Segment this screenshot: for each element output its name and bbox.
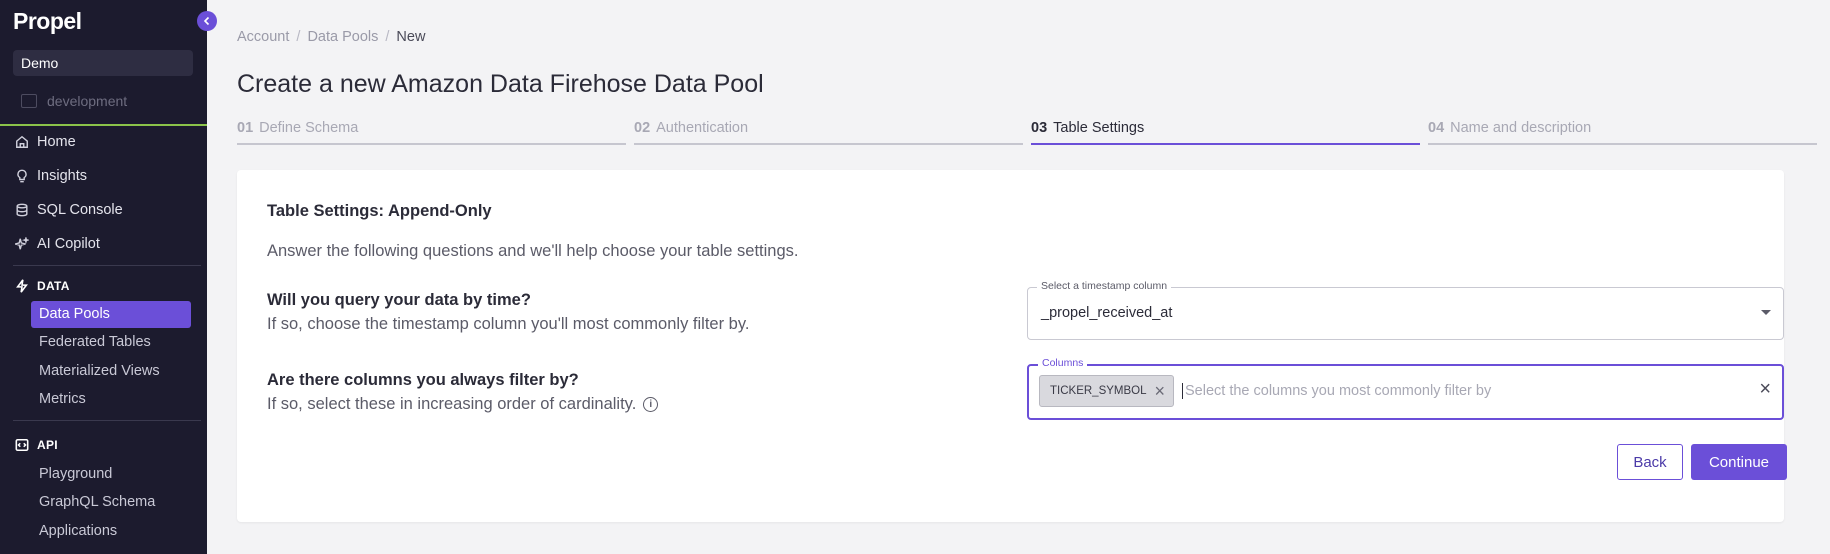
sidebar-item-federated-tables[interactable]: Federated Tables	[31, 329, 191, 356]
question-time-desc-text: If so, choose the timestamp column you'l…	[267, 315, 750, 333]
question-filter-title: Are there columns you always filter by?	[267, 371, 579, 389]
card-intro: Answer the following questions and we'll…	[267, 242, 799, 260]
page-title: Create a new Amazon Data Firehose Data P…	[237, 70, 764, 98]
question-filter-desc-text: If so, select these in increasing order …	[267, 395, 637, 413]
step-label: Define Schema	[259, 120, 359, 136]
step-name-and-description[interactable]: 04 Name and description	[1428, 120, 1817, 145]
breadcrumb-account[interactable]: Account	[237, 29, 289, 45]
home-icon	[16, 135, 28, 148]
nav-sql-console-label: SQL Console	[37, 202, 123, 218]
question-filter-desc: If so, select these in increasing order …	[267, 395, 659, 414]
remove-chip-icon[interactable]: ×	[1155, 382, 1166, 400]
timestamp-column-select[interactable]: Select a timestamp column _propel_receiv…	[1027, 280, 1784, 340]
breadcrumb: Account / Data Pools / New	[237, 29, 425, 45]
lightbulb-icon	[17, 169, 27, 183]
environment-label: development	[47, 93, 128, 109]
question-time-title: Will you query your data by time?	[267, 291, 531, 309]
column-chip-label: TICKER_SYMBOL	[1050, 385, 1147, 397]
step-label: Table Settings	[1053, 120, 1145, 136]
nav-ai-copilot[interactable]: AI Copilot	[15, 236, 100, 252]
api-section-header: API	[15, 438, 58, 452]
step-number: 04	[1428, 120, 1445, 136]
data-section-header: DATA	[15, 279, 70, 293]
sidebar-item-playground[interactable]: Playground	[31, 461, 191, 488]
environment-selector[interactable]: development	[13, 87, 193, 115]
step-define-schema[interactable]: 01 Define Schema	[237, 120, 626, 145]
chevron-left-icon	[203, 16, 210, 26]
back-button[interactable]: Back	[1617, 444, 1683, 480]
nav-insights[interactable]: Insights	[15, 168, 87, 184]
nav-home-label: Home	[37, 134, 76, 150]
sidebar-item-materialized-views[interactable]: Materialized Views	[31, 358, 191, 385]
breadcrumb-data-pools[interactable]: Data Pools	[307, 29, 378, 45]
database-icon	[16, 203, 28, 217]
info-icon[interactable]: i	[643, 397, 659, 412]
step-number: 03	[1031, 120, 1048, 136]
step-number: 02	[634, 120, 651, 136]
timestamp-column-label: Select a timestamp column	[1037, 280, 1172, 292]
step-authentication[interactable]: 02 Authentication	[634, 120, 1023, 145]
step-label: Authentication	[656, 120, 749, 136]
bolt-icon	[16, 279, 28, 293]
nav-insights-label: Insights	[37, 168, 87, 184]
nav-home[interactable]: Home	[15, 134, 76, 150]
sidebar-divider	[13, 420, 201, 421]
breadcrumb-current: New	[396, 29, 426, 45]
step-label: Name and description	[1450, 120, 1592, 136]
question-time-desc: If so, choose the timestamp column you'l…	[267, 315, 749, 334]
timestamp-column-value: _propel_received_at	[1041, 305, 1173, 321]
environment-indicator-bar	[0, 124, 207, 126]
step-number: 01	[237, 120, 254, 136]
code-box-icon	[15, 438, 29, 452]
collapse-sidebar-button[interactable]	[197, 11, 217, 31]
columns-label: Columns	[1038, 357, 1088, 369]
sidebar: Propel Demo development Home Insights SQ…	[0, 0, 207, 554]
sidebar-item-data-pools[interactable]: Data Pools	[31, 301, 191, 328]
step-table-settings[interactable]: 03 Table Settings	[1031, 120, 1420, 145]
sidebar-item-metrics[interactable]: Metrics	[31, 386, 191, 413]
sidebar-item-graphql-schema[interactable]: GraphQL Schema	[31, 489, 191, 516]
columns-multiselect[interactable]: Columns TICKER_SYMBOL × Select the colum…	[1027, 357, 1784, 420]
clear-icon[interactable]: ×	[1759, 378, 1771, 401]
card-title: Table Settings: Append-Only	[267, 202, 492, 220]
table-settings-card: Table Settings: Append-Only Answer the f…	[237, 170, 1787, 522]
org-selector[interactable]: Demo	[13, 50, 193, 76]
sidebar-divider	[13, 265, 201, 266]
columns-input[interactable]: Select the columns you most commonly fil…	[1182, 383, 1491, 399]
continue-button[interactable]: Continue	[1691, 444, 1787, 480]
api-section-title: API	[37, 438, 58, 452]
breadcrumb-separator: /	[296, 29, 301, 45]
data-section-title: DATA	[37, 279, 70, 293]
column-chip: TICKER_SYMBOL ×	[1039, 375, 1175, 407]
sidebar-item-applications[interactable]: Applications	[31, 518, 191, 545]
environment-icon	[21, 94, 37, 108]
nav-sql-console[interactable]: SQL Console	[15, 202, 123, 218]
chevron-down-icon	[1761, 310, 1771, 315]
sparkle-icon	[15, 237, 29, 250]
nav-ai-copilot-label: AI Copilot	[37, 236, 100, 252]
logo: Propel	[13, 8, 82, 34]
breadcrumb-separator: /	[385, 29, 390, 45]
